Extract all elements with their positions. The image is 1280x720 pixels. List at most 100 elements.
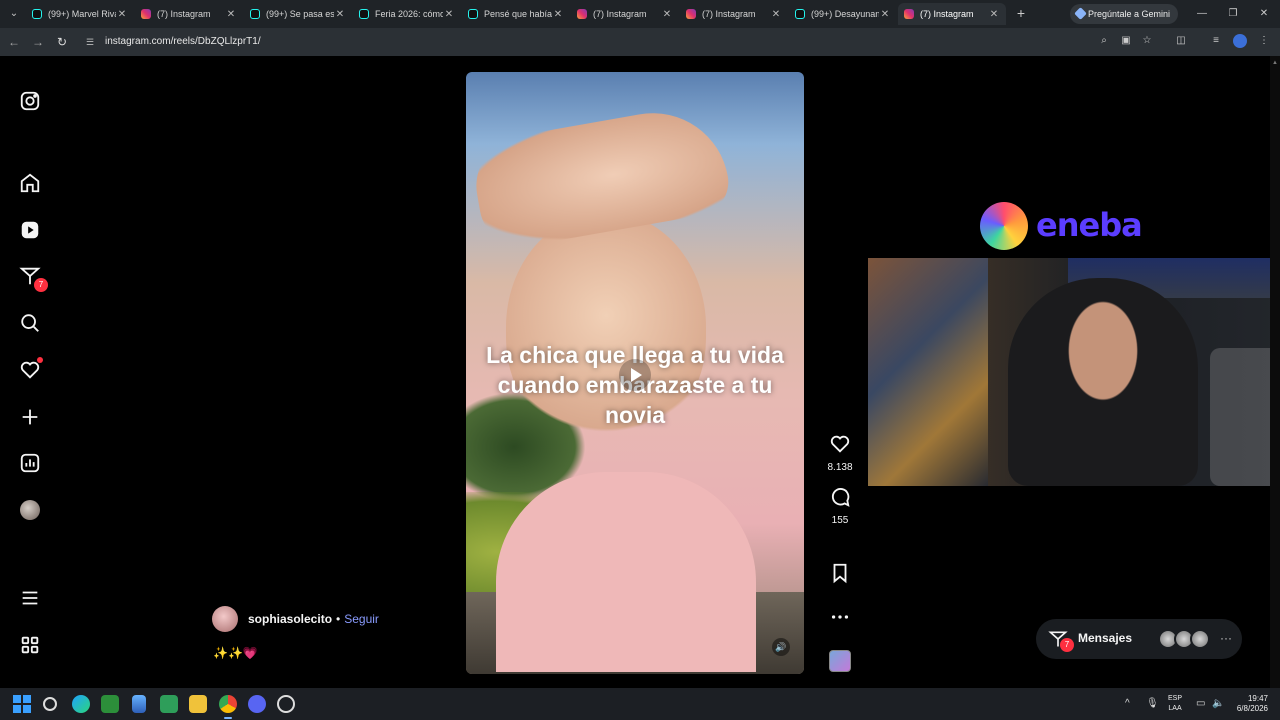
messages-badge: 7 <box>34 278 48 292</box>
new-tab-icon[interactable]: + <box>1013 5 1029 21</box>
create-plus-icon[interactable] <box>18 405 42 429</box>
instagram-logo-icon[interactable] <box>18 89 42 113</box>
browser-menu-icon[interactable]: ⋮ <box>1257 34 1271 48</box>
back-icon[interactable]: ← <box>6 34 22 50</box>
tab-6[interactable]: (7) Instagram ✕ <box>571 3 679 25</box>
home-icon[interactable] <box>18 171 42 195</box>
tab-3[interactable]: (99+) Se pasa este✕ <box>244 3 352 25</box>
play-icon[interactable] <box>619 359 651 391</box>
close-icon[interactable]: ✕ <box>552 9 564 20</box>
install-app-icon[interactable]: ▣ <box>1119 34 1133 48</box>
sponsor-logo: eneba <box>980 200 1150 250</box>
clock-time: 19:47 <box>1247 694 1268 703</box>
active-app-indicator <box>224 717 232 719</box>
tab-2[interactable]: (7) Instagram ✕ <box>135 3 243 25</box>
reels-icon[interactable] <box>18 218 42 242</box>
window-close-icon[interactable]: ✕ <box>1256 6 1272 22</box>
network-icon[interactable]: ▭ <box>1196 696 1205 712</box>
tab-label: Feria 2026: cómo <box>375 9 443 19</box>
avatar <box>20 500 40 520</box>
page-scrollbar[interactable]: ▲ <box>1270 56 1280 688</box>
messages-icon[interactable]: 7 <box>18 264 48 292</box>
edge-browser-icon[interactable] <box>72 695 90 713</box>
dashboard-icon[interactable] <box>18 451 42 475</box>
comment-button[interactable]: 155 <box>826 486 854 526</box>
tray-overflow-icon[interactable]: ^ <box>1125 696 1130 712</box>
tab-1[interactable]: (99+) Marvel Rivals✕ <box>26 3 134 25</box>
tab-8[interactable]: (99+) Desayunando✕ <box>789 3 897 25</box>
close-icon[interactable]: ✕ <box>879 9 891 20</box>
close-icon[interactable]: ✕ <box>770 9 782 20</box>
url-text[interactable]: instagram.com/reels/DbZQLlzprT1/ <box>105 36 261 47</box>
like-count: 8.138 <box>827 462 853 473</box>
follow-button[interactable]: Seguir <box>344 612 379 626</box>
browser-toolbar: ← → ↻ ☰ instagram.com/reels/DbZQLlzprT1/… <box>0 28 1280 56</box>
save-button[interactable] <box>826 562 854 589</box>
audio-thumbnail[interactable] <box>829 650 851 672</box>
minimize-icon[interactable]: — <box>1194 6 1210 22</box>
windows-start-icon[interactable] <box>13 695 31 713</box>
discord-icon[interactable] <box>248 695 266 713</box>
scroll-up-arrow-icon[interactable]: ▲ <box>1272 60 1278 66</box>
close-icon[interactable]: ✕ <box>661 9 673 20</box>
app-circle-icon[interactable] <box>277 695 295 713</box>
language-indicator[interactable]: ESP LAA <box>1168 694 1182 714</box>
profile-icon[interactable]: P <box>1233 34 1247 48</box>
reload-icon[interactable]: ↻ <box>54 34 70 50</box>
tab-9-active[interactable]: (7) Instagram ✕ <box>898 3 1006 25</box>
tab-label: (7) Instagram <box>593 9 647 19</box>
search-icon[interactable] <box>18 311 42 335</box>
webcam-overlay <box>868 258 1280 486</box>
site-info-icon[interactable]: ☰ <box>86 36 98 48</box>
close-icon[interactable]: ✕ <box>116 9 128 20</box>
gemini-icon <box>1074 7 1087 20</box>
file-explorer-icon[interactable] <box>189 695 207 713</box>
more-options-button[interactable] <box>826 606 854 633</box>
close-icon[interactable]: ✕ <box>334 9 346 20</box>
tab-search-icon[interactable]: ⌄ <box>6 6 22 22</box>
author-username[interactable]: sophiasolecito <box>248 612 332 626</box>
mute-icon[interactable]: 🔊 <box>772 638 790 656</box>
media-controls-icon[interactable]: ≡ <box>1209 34 1223 48</box>
restore-icon[interactable]: ❐ <box>1225 6 1241 22</box>
tab-7[interactable]: (7) Instagram ✕ <box>680 3 788 25</box>
instagram-favicon-icon <box>577 9 587 19</box>
forward-icon[interactable]: → <box>30 34 46 50</box>
close-icon[interactable]: ✕ <box>988 9 1000 20</box>
tab-label: (99+) Marvel Rivals <box>48 9 116 19</box>
instagram-favicon-icon <box>686 9 696 19</box>
reel-video[interactable]: La chica que llega a tu vida cuando emba… <box>466 72 804 674</box>
eneba-logo-icon <box>980 202 1028 250</box>
bookmark-star-icon[interactable]: ☆ <box>1140 34 1154 48</box>
tab-label: (7) Instagram <box>157 9 211 19</box>
tab-label: (7) Instagram <box>702 9 756 19</box>
close-icon[interactable]: ✕ <box>225 9 237 20</box>
system-clock[interactable]: 19:47 6/8/2026 <box>1224 694 1268 714</box>
sponsor-text: eneba <box>1036 206 1143 244</box>
apps-grid-icon[interactable] <box>18 633 42 657</box>
zoom-icon[interactable]: ⌕ <box>1097 34 1111 48</box>
microphone-icon[interactable]: 🎙 <box>1146 696 1159 712</box>
store-icon[interactable] <box>160 695 178 713</box>
more-menu-icon[interactable] <box>18 586 42 610</box>
address-bar[interactable]: ☰ instagram.com/reels/DbZQLlzprT1/ <box>80 31 1270 53</box>
like-button[interactable]: 8.138 <box>826 433 854 473</box>
chrome-icon[interactable] <box>219 695 237 713</box>
tab-5[interactable]: Pensé que había ✕ <box>462 3 570 25</box>
app-icon[interactable] <box>132 695 146 713</box>
xbox-app-icon[interactable] <box>101 695 119 713</box>
author-avatar[interactable] <box>212 606 238 632</box>
notifications-heart-icon[interactable] <box>18 357 43 382</box>
taskbar-search-icon[interactable] <box>43 697 57 711</box>
profile-avatar[interactable] <box>18 498 42 522</box>
messages-pill[interactable]: 7 Mensajes ··· <box>1036 619 1242 659</box>
tiktok-favicon-icon <box>359 9 369 19</box>
gemini-button[interactable]: Pregúntale a Gemini <box>1070 4 1179 24</box>
volume-icon[interactable]: 🔈 <box>1212 696 1224 712</box>
extensions-icon[interactable]: ◫ <box>1174 34 1188 48</box>
tab-4[interactable]: Feria 2026: cómo ✕ <box>353 3 461 25</box>
reel-description: ✨✨💗 <box>213 646 258 660</box>
clock-date: 6/8/2026 <box>1236 704 1268 713</box>
tiktok-favicon-icon <box>795 9 805 19</box>
close-icon[interactable]: ✕ <box>443 9 455 20</box>
